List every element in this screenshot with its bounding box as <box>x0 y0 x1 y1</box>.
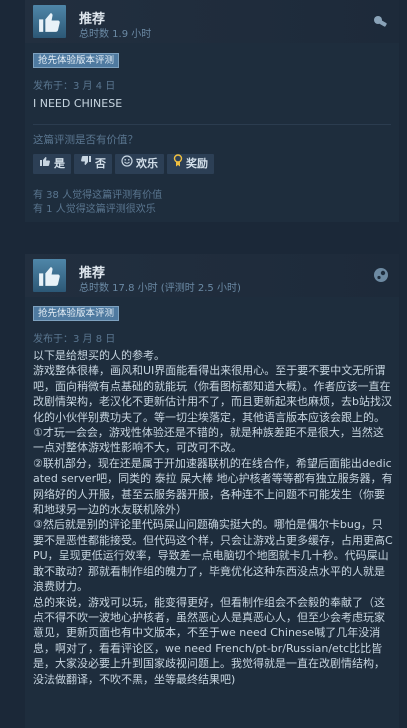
thumbs-up-icon <box>39 154 51 174</box>
helpful-count: 有 38 人觉得这篇评测有价值 <box>33 190 163 201</box>
vote-no-button[interactable]: 否 <box>74 154 112 174</box>
review-text: I NEED CHINESE <box>33 97 123 110</box>
award-button[interactable]: 奖励 <box>167 154 214 174</box>
review-card: 推荐 总时数 1.9 小时 抢先体验版本评测 发布于：3 月 4 日 I NEE… <box>25 0 399 222</box>
vote-buttons: 是 否 欢乐 奖励 <box>33 154 214 174</box>
review-header: 推荐 总时数 1.9 小时 <box>25 0 399 43</box>
early-access-badge: 抢先体验版本评测 <box>33 306 120 321</box>
steam-product-icon <box>373 267 389 287</box>
early-access-badge: 抢先体验版本评测 <box>33 53 120 68</box>
smile-icon <box>121 154 133 174</box>
award-label: 奖励 <box>186 157 208 170</box>
review-header: 推荐 总时数 17.8 小时 (评测时 2.5 小时) <box>25 254 399 297</box>
posted-date: 发布于：3 月 8 日 <box>33 334 116 345</box>
thumbs-up-recommend-icon <box>33 5 66 38</box>
vote-yes-button[interactable]: 是 <box>33 154 71 174</box>
review-card: 推荐 总时数 17.8 小时 (评测时 2.5 小时) 抢先体验版本评测 发布于… <box>25 254 399 728</box>
vote-funny-label: 欢乐 <box>136 157 158 170</box>
funny-count: 有 1 人觉得这篇评测很欢乐 <box>33 204 156 215</box>
playtime-hours: 总时数 1.9 小时 <box>79 29 152 40</box>
posted-date: 发布于：3 月 4 日 <box>33 81 116 92</box>
divider <box>33 124 391 125</box>
review-separator <box>0 222 407 254</box>
vote-no-label: 否 <box>95 157 106 170</box>
award-icon <box>173 154 183 174</box>
vote-yes-label: 是 <box>54 157 65 170</box>
review-text: 以下是给想买的人的参考。 游戏整体很棒，画风和UI界面能看得出来很用心。至于要不… <box>33 349 393 686</box>
product-badge-icon <box>373 13 389 32</box>
playtime-hours: 总时数 17.8 小时 (评测时 2.5 小时) <box>79 283 241 294</box>
thumbs-up-recommend-icon <box>33 259 66 292</box>
helpful-question: 这篇评测是否有价值？ <box>33 134 138 146</box>
thumbs-down-icon <box>80 154 92 174</box>
vote-funny-button[interactable]: 欢乐 <box>115 154 164 174</box>
